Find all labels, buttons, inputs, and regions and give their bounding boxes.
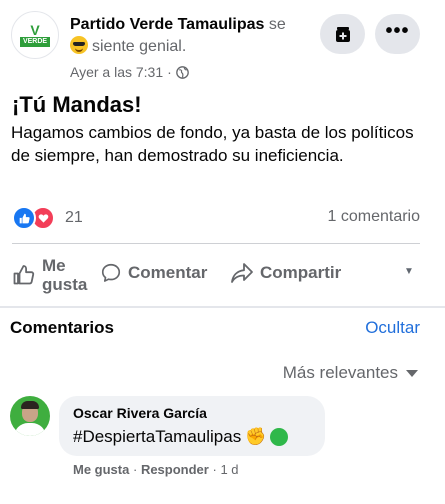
fist-emoji-icon: ✊ bbox=[245, 427, 267, 446]
verde-logo: V VERDE bbox=[15, 15, 55, 55]
comments-heading: Comentarios bbox=[10, 318, 114, 337]
feeling-prefix: se bbox=[268, 16, 286, 33]
comment-age[interactable]: 1 d bbox=[220, 462, 238, 477]
share-label: Compartir bbox=[260, 263, 342, 282]
avatar-shirt bbox=[14, 423, 46, 436]
comment-hashtag-link[interactable]: #DespiertaTamaulipas bbox=[73, 427, 241, 447]
separator: · bbox=[132, 462, 138, 477]
share-button[interactable]: Compartir bbox=[230, 262, 341, 284]
sort-label: Más relevantes bbox=[282, 363, 398, 382]
more-dots-icon: ••• bbox=[385, 20, 410, 42]
bookmark-add-icon bbox=[335, 27, 350, 42]
comment-button[interactable]: Comentar bbox=[100, 262, 207, 284]
separator: · bbox=[212, 462, 217, 477]
post-timestamp[interactable]: Ayer a las 7:31 bbox=[70, 64, 163, 80]
sort-comments-dropdown[interactable]: Más relevantes bbox=[283, 363, 418, 383]
commenter-name-link[interactable]: Oscar Rivera García bbox=[73, 405, 207, 421]
like-label-line2: gusta bbox=[42, 275, 88, 294]
reaction-count: 21 bbox=[65, 209, 83, 226]
more-options-button[interactable]: ••• bbox=[375, 14, 420, 54]
comment-actions: Me gusta · Responder · 1 d bbox=[73, 462, 239, 477]
comment-reply-link[interactable]: Responder bbox=[141, 462, 209, 477]
reactions-summary[interactable]: 21 bbox=[12, 206, 83, 230]
commenter-avatar[interactable] bbox=[10, 396, 50, 436]
hide-comments-link[interactable]: Ocultar bbox=[365, 318, 420, 338]
like-label: Me gusta bbox=[42, 256, 92, 294]
green-circle-emoji-icon bbox=[270, 428, 289, 446]
comment-count-link[interactable]: 1 comentario bbox=[328, 208, 421, 226]
logo-letter: V bbox=[30, 22, 40, 38]
like-reaction-icon bbox=[12, 206, 36, 230]
post-meta: Ayer a las 7:31 · bbox=[70, 64, 189, 80]
like-label-line1: Me bbox=[42, 256, 66, 275]
logo-word: VERDE bbox=[19, 37, 51, 47]
thumbs-up-icon bbox=[13, 265, 35, 285]
comment-text: #DespiertaTamaulipas ✊ bbox=[73, 427, 289, 447]
page-name-link[interactable]: Partido Verde Tamaulipas bbox=[70, 16, 264, 33]
divider bbox=[12, 243, 420, 244]
post-header: Partido Verde Tamaulipas se siente genia… bbox=[70, 14, 325, 58]
chevron-down-icon bbox=[406, 369, 418, 377]
post-text: Hagamos cambios de fondo, ya basta de lo… bbox=[11, 123, 414, 165]
feeling-text: siente genial. bbox=[92, 38, 187, 55]
share-options-caret-icon[interactable]: ▼ bbox=[404, 266, 414, 277]
page-avatar[interactable]: V VERDE bbox=[11, 11, 59, 59]
post-title: ¡Tú Mandas! bbox=[12, 92, 142, 117]
dot-separator: · bbox=[167, 64, 172, 80]
sunglasses-emoji-icon bbox=[70, 36, 88, 54]
globe-icon bbox=[175, 65, 189, 79]
comment-like-link[interactable]: Me gusta bbox=[73, 462, 129, 477]
save-post-button[interactable] bbox=[320, 14, 365, 54]
comment-label: Comentar bbox=[128, 263, 208, 282]
like-button[interactable]: Me gusta bbox=[12, 256, 92, 294]
avatar-hair bbox=[21, 401, 39, 409]
section-divider bbox=[0, 306, 445, 308]
share-arrow-icon bbox=[231, 263, 253, 283]
comment-bubble-icon bbox=[101, 263, 121, 282]
